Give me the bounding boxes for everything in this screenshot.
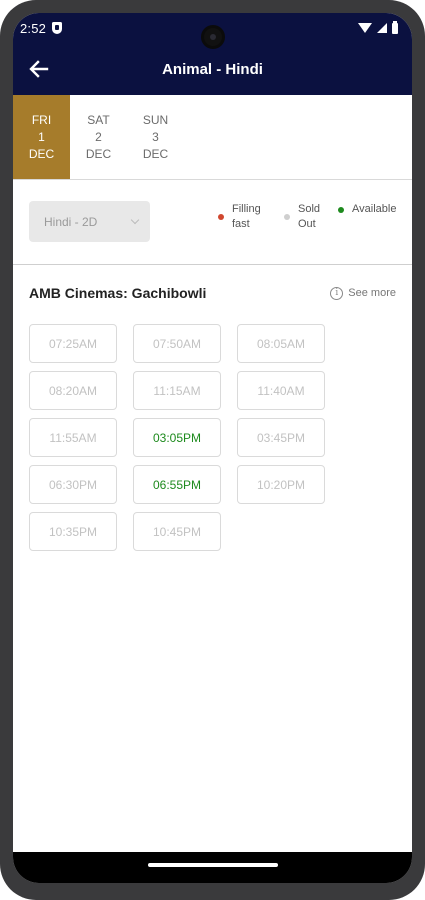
date-tab-sun[interactable]: SUN 3 DEC bbox=[127, 95, 184, 179]
green-dot-icon bbox=[338, 206, 344, 213]
date-day: SAT bbox=[87, 112, 110, 127]
date-day: FRI bbox=[31, 112, 52, 127]
legend-label: Available bbox=[352, 203, 397, 215]
legend-sold-out: Sold Out bbox=[284, 202, 326, 232]
front-camera bbox=[200, 25, 225, 49]
wifi-icon bbox=[358, 23, 372, 33]
date-month: DEC bbox=[28, 146, 55, 161]
filter-row: Hindi - 2D Filling fast Sold Out Availab… bbox=[13, 180, 412, 264]
date-tab-sat[interactable]: SAT 2 DEC bbox=[70, 95, 127, 179]
page-title: Animal - Hindi bbox=[162, 60, 263, 78]
date-number: 1 bbox=[38, 129, 45, 144]
showtime-button[interactable]: 06:55PM bbox=[133, 465, 221, 504]
device-frame: 2:52 Animal - Hindi FRI 1 DEC SAT 2 DEC … bbox=[0, 0, 425, 900]
app-bar: Animal - Hindi bbox=[13, 43, 412, 95]
showtime-grid: 07:25AM 07:50AM 08:05AM 08:20AM 11:15AM … bbox=[29, 324, 339, 551]
date-number: 2 bbox=[95, 129, 102, 144]
legend-label: Filling fast bbox=[232, 203, 261, 230]
date-month: DEC bbox=[85, 146, 112, 161]
home-indicator[interactable] bbox=[147, 863, 278, 867]
status-time: 2:52 bbox=[20, 20, 47, 36]
back-button[interactable] bbox=[13, 43, 65, 95]
arrow-left-icon bbox=[29, 60, 49, 78]
showtime-button[interactable]: 07:50AM bbox=[133, 324, 221, 363]
see-more-link[interactable]: i See more bbox=[330, 286, 396, 300]
cinema-header: AMB Cinemas: Gachibowli i See more bbox=[29, 283, 396, 303]
showtime-button[interactable]: 07:25AM bbox=[29, 324, 117, 363]
date-month: DEC bbox=[142, 146, 169, 161]
showtime-button[interactable]: 10:35PM bbox=[29, 512, 117, 551]
date-day: SUN bbox=[142, 112, 169, 127]
date-tab-fri[interactable]: FRI 1 DEC bbox=[13, 95, 70, 179]
language-format-value: Hindi - 2D bbox=[44, 214, 98, 229]
screen: 2:52 Animal - Hindi FRI 1 DEC SAT 2 DEC … bbox=[13, 13, 412, 883]
availability-legend: Filling fast Sold Out Available bbox=[218, 202, 408, 232]
red-dot-icon bbox=[218, 214, 224, 220]
date-selector: FRI 1 DEC SAT 2 DEC SUN 3 DEC bbox=[13, 95, 412, 179]
shield-icon bbox=[52, 22, 63, 34]
showtime-button[interactable]: 10:20PM bbox=[237, 465, 325, 504]
legend-available: Available bbox=[338, 202, 396, 217]
showtime-button[interactable]: 08:05AM bbox=[237, 324, 325, 363]
legend-filling-fast: Filling fast bbox=[218, 202, 272, 232]
showtime-button[interactable]: 06:30PM bbox=[29, 465, 117, 504]
chevron-down-icon bbox=[130, 215, 140, 225]
showtime-button[interactable]: 11:40AM bbox=[237, 371, 325, 410]
language-format-dropdown[interactable]: Hindi - 2D bbox=[29, 201, 150, 242]
showtime-button[interactable]: 03:05PM bbox=[133, 418, 221, 457]
see-more-label: See more bbox=[348, 287, 396, 299]
showtime-button[interactable]: 11:55AM bbox=[29, 418, 117, 457]
signal-icon bbox=[377, 23, 387, 33]
divider bbox=[13, 264, 412, 265]
showtime-button[interactable]: 03:45PM bbox=[237, 418, 325, 457]
showtime-button[interactable]: 11:15AM bbox=[133, 371, 221, 410]
showtime-button[interactable]: 10:45PM bbox=[133, 512, 221, 551]
legend-label: Sold Out bbox=[298, 203, 321, 230]
info-icon: i bbox=[330, 286, 344, 300]
system-nav-bar bbox=[13, 852, 412, 883]
showtime-button[interactable]: 08:20AM bbox=[29, 371, 117, 410]
gray-dot-icon bbox=[284, 214, 290, 220]
status-icons bbox=[358, 20, 398, 34]
date-number: 3 bbox=[152, 129, 159, 144]
battery-icon bbox=[392, 20, 398, 34]
cinema-name: AMB Cinemas: Gachibowli bbox=[29, 285, 207, 301]
